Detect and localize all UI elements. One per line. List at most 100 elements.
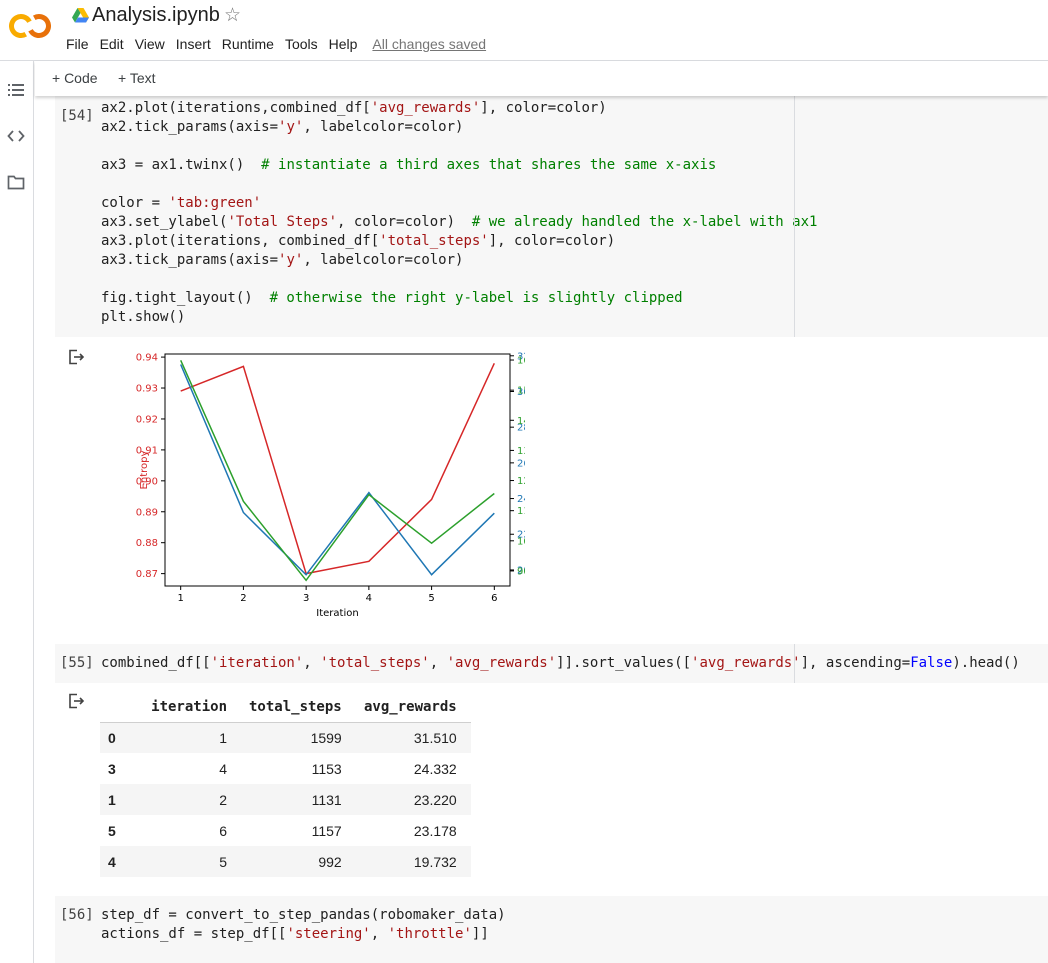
code-token: , xyxy=(303,655,321,671)
column-header: total_steps xyxy=(241,692,356,723)
notebook-title[interactable]: Analysis.ipynb xyxy=(92,4,220,27)
code-editor[interactable]: combined_df[['iteration', 'total_steps',… xyxy=(101,654,1020,673)
side-rail xyxy=(0,61,34,963)
menu-file[interactable]: File xyxy=(66,36,89,52)
code-editor[interactable]: ax2.plot(iterations,combined_df['avg_rew… xyxy=(101,99,817,327)
total-steps-tick-label: 1300 xyxy=(517,446,525,457)
code-cell-54[interactable]: [54] ax2.plot(iterations,combined_df['av… xyxy=(55,96,1048,337)
code-token: fig.tight_layout() xyxy=(101,290,270,306)
code-token: , xyxy=(370,926,388,942)
notebook-content: [54] ax2.plot(iterations,combined_df['av… xyxy=(35,96,1048,963)
table-cell: 1153 xyxy=(311,760,342,777)
code-token: , color=color) xyxy=(337,214,472,230)
code-line: ax3 = ax1.twinx() # instantiate a third … xyxy=(101,156,817,175)
table-cell: 6 xyxy=(219,822,227,839)
code-token: ).head() xyxy=(952,655,1020,671)
code-line: color = 'tab:green' xyxy=(101,194,817,213)
code-token: 'avg_rewards' xyxy=(691,655,801,671)
add-code-button[interactable]: + Code xyxy=(52,70,98,86)
row-index: 0 xyxy=(108,729,116,746)
toc-icon[interactable] xyxy=(7,81,25,99)
code-line: step_df = convert_to_step_pandas(robomak… xyxy=(101,906,506,925)
code-token: color = xyxy=(101,195,169,211)
cell-execution-count: [56] xyxy=(60,907,94,923)
avg-rewards-tick-label: 26 xyxy=(517,458,525,469)
code-line: ax3.plot(iterations, combined_df['total_… xyxy=(101,232,817,251)
plot-frame xyxy=(164,353,511,587)
total-steps-tick-label: 1100 xyxy=(517,506,525,517)
output-icon[interactable] xyxy=(68,349,86,365)
star-icon[interactable]: ☆ xyxy=(224,4,241,27)
code-cell-55[interactable]: [55] combined_df[['iteration', 'total_st… xyxy=(55,644,1048,683)
menu-help[interactable]: Help xyxy=(329,36,358,52)
cell-execution-count: [54] xyxy=(60,108,94,124)
table-cell: 4 xyxy=(219,760,227,777)
total-steps-tick-label: 1400 xyxy=(517,416,525,427)
dataframe-table: iteration total_steps avg_rewards 0 1 15… xyxy=(100,692,471,877)
table-row: 5 6 1157 23.178 xyxy=(100,815,471,846)
code-token: ax3.set_ylabel( xyxy=(101,214,228,230)
entropy-tick-label: 0.93 xyxy=(136,384,158,395)
code-token: step_df = convert_to_step_pandas(robomak… xyxy=(101,907,506,923)
menu-insert[interactable]: Insert xyxy=(176,36,211,52)
menu-edit[interactable]: Edit xyxy=(100,36,124,52)
code-token: 'tab:green' xyxy=(168,195,262,211)
code-token: ]] xyxy=(471,926,489,942)
code-token: ]].sort_values([ xyxy=(556,655,692,671)
x-tick-label: 6 xyxy=(491,593,497,604)
table-row: 0 1 1599 31.510 xyxy=(100,722,471,753)
column-header: avg_rewards xyxy=(355,692,471,723)
entropy-tick-label: 0.94 xyxy=(136,353,158,364)
editor-ruler xyxy=(794,96,795,337)
table-header-row: iteration total_steps avg_rewards xyxy=(100,692,471,723)
code-token: plt.show() xyxy=(101,309,186,325)
code-token: False xyxy=(910,655,953,671)
total-steps-tick-label: 1500 xyxy=(517,386,525,397)
code-line: ax3.set_ylabel('Total Steps', color=colo… xyxy=(101,213,817,232)
row-index: 5 xyxy=(108,822,116,839)
entropy-line xyxy=(180,362,495,575)
row-index: 3 xyxy=(108,760,116,777)
x-tick-label: 4 xyxy=(366,593,372,604)
total-steps-tick-label: 1600 xyxy=(517,356,525,367)
add-text-button[interactable]: + Text xyxy=(118,70,156,86)
notebook-toolbar: + Code + Text xyxy=(35,61,1048,96)
code-snippets-icon[interactable] xyxy=(7,127,25,145)
entropy-tick-label: 0.92 xyxy=(136,414,158,425)
code-token: # otherwise the right y-label is slightl… xyxy=(269,290,683,306)
table-cell: 24.332 xyxy=(413,760,457,777)
table-cell: 23.220 xyxy=(413,791,457,808)
table-row: 1 2 1131 23.220 xyxy=(100,784,471,815)
table-row: 4 5 992 19.732 xyxy=(100,846,471,877)
google-drive-icon[interactable] xyxy=(72,8,89,23)
x-tick-label: 2 xyxy=(240,593,246,604)
table-row: 3 4 1153 24.332 xyxy=(100,753,471,784)
code-token: ], ascending= xyxy=(800,655,911,671)
table-cell: 31.510 xyxy=(413,729,457,746)
menu-tools[interactable]: Tools xyxy=(285,36,318,52)
notebook-header: Analysis.ipynb ☆ File Edit View Insert R… xyxy=(0,0,1048,61)
save-status[interactable]: All changes saved xyxy=(372,36,486,52)
table-cell: 1 xyxy=(219,729,227,746)
menu-runtime[interactable]: Runtime xyxy=(222,36,274,52)
code-token: 'Total Steps' xyxy=(227,214,338,230)
column-header: iteration xyxy=(133,692,241,723)
table-cell: 992 xyxy=(318,853,342,870)
menu-view[interactable]: View xyxy=(135,36,165,52)
row-index: 4 xyxy=(108,853,116,870)
code-cell-56[interactable]: [56] step_df = convert_to_step_pandas(ro… xyxy=(55,896,1048,963)
code-token: # instantiate a third axes that shares t… xyxy=(261,157,717,173)
table-cell: 5 xyxy=(219,853,227,870)
code-token: , labelcolor=color) xyxy=(303,119,464,135)
table-cell: 1599 xyxy=(310,729,342,746)
code-token: ax3.tick_params(axis= xyxy=(101,252,279,268)
colab-logo-icon[interactable] xyxy=(9,11,51,41)
output-icon[interactable] xyxy=(68,693,86,709)
files-icon[interactable] xyxy=(7,173,25,191)
code-token: # we already handled the x-label with ax… xyxy=(471,214,818,230)
code-token: ax2.tick_params(axis= xyxy=(101,119,279,135)
entropy-tick-label: 0.87 xyxy=(136,569,158,580)
entropy-axis-label: Entropy xyxy=(139,450,150,489)
code-editor[interactable]: step_df = convert_to_step_pandas(robomak… xyxy=(101,906,506,944)
